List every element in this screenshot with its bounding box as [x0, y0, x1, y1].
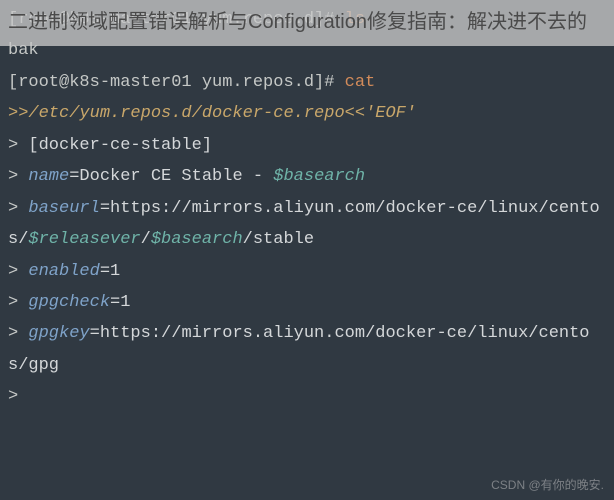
heredoc-redirect: >>/etc/yum.repos.d/docker-ce.repo<<'EOF' — [8, 98, 606, 129]
overlay-title: 二进制领域配置错误解析与Configuration修复指南：解决进不去的 — [8, 11, 587, 33]
shell-prompt: [root@k8s-master01 yum.repos.d]# — [8, 73, 345, 92]
repo-section: [docker-ce-stable] — [28, 136, 212, 155]
shell-var: $basearch — [151, 230, 243, 249]
config-value: =1 — [110, 293, 130, 312]
continuation-prompt: > — [8, 324, 28, 343]
config-value: =https://mirrors.aliyun.com/docker-ce/li… — [8, 324, 590, 374]
continuation-prompt: > — [8, 262, 28, 281]
shell-var: $basearch — [273, 167, 365, 186]
config-value: /stable — [243, 230, 314, 249]
config-key: baseurl — [28, 199, 99, 218]
terminal-line: > [docker-ce-stable] — [8, 130, 606, 161]
terminal-line: [root@k8s-master01 yum.repos.d]# cat — [8, 67, 606, 98]
config-key: enabled — [28, 262, 99, 281]
terminal-line: > gpgcheck=1 — [8, 287, 606, 318]
overlay-banner: 二进制领域配置错误解析与Configuration修复指南：解决进不去的 — [0, 0, 614, 46]
continuation-prompt: > — [8, 167, 28, 186]
terminal-line: > baseurl=https://mirrors.aliyun.com/doc… — [8, 193, 606, 256]
separator: / — [141, 230, 151, 249]
config-key: gpgcheck — [28, 293, 110, 312]
terminal-line: > gpgkey=https://mirrors.aliyun.com/dock… — [8, 318, 606, 381]
continuation-prompt: > — [8, 199, 28, 218]
watermark: CSDN @有你的晚安. — [491, 474, 604, 496]
config-key: name — [28, 167, 69, 186]
config-value: =Docker CE Stable - — [69, 167, 273, 186]
command-cat: cat — [345, 73, 386, 92]
terminal-output: [root@k8s-master01 yum.repos.d]# ls bak … — [0, 0, 614, 417]
terminal-line: > enabled=1 — [8, 256, 606, 287]
config-value: =1 — [100, 262, 120, 281]
terminal-line: > name=Docker CE Stable - $basearch — [8, 161, 606, 192]
shell-var: $releasever — [28, 230, 140, 249]
continuation-prompt: > — [8, 381, 606, 412]
continuation-prompt: > — [8, 136, 28, 155]
continuation-prompt: > — [8, 293, 28, 312]
config-key: gpgkey — [28, 324, 89, 343]
